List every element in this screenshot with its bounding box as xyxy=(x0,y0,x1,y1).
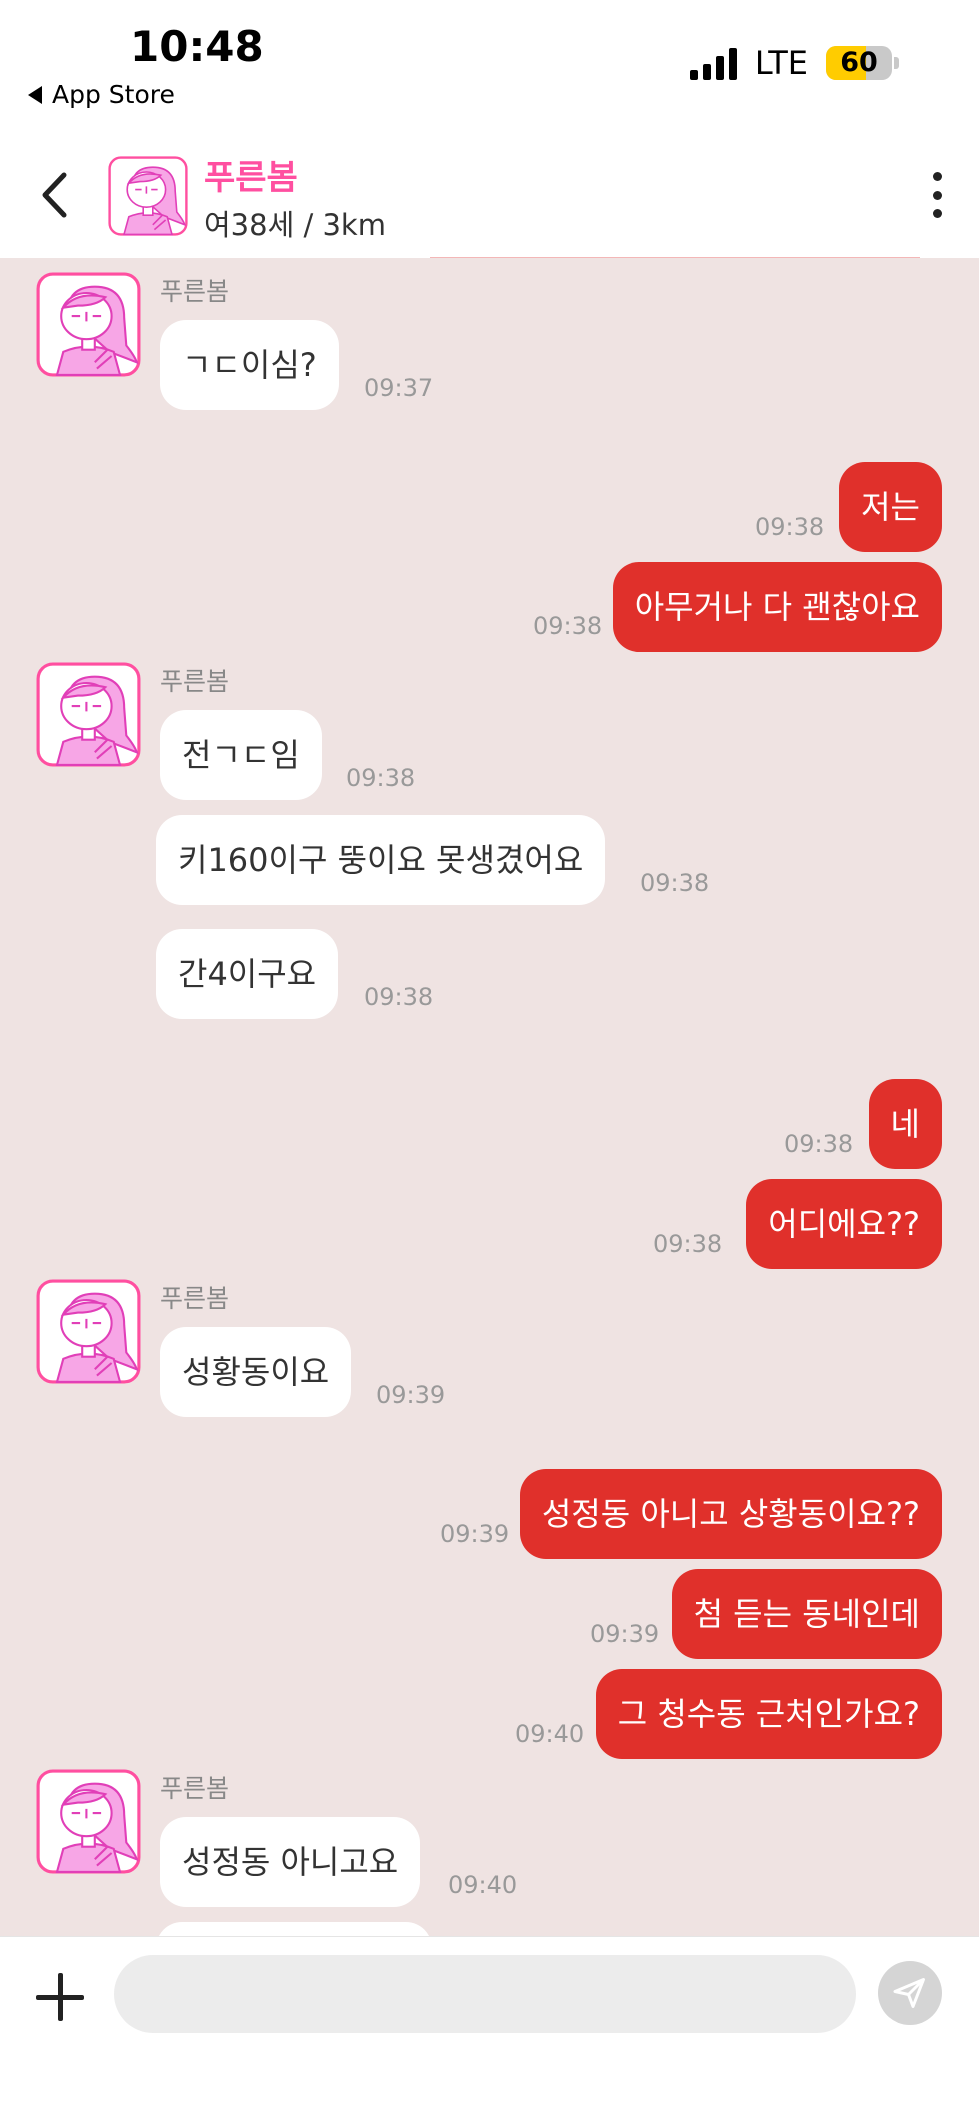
incoming-message[interactable]: 전ㄱㄷ임 xyxy=(160,710,322,800)
incoming-message-partial[interactable] xyxy=(156,1922,432,1936)
message-time: 09:38 xyxy=(784,1130,854,1158)
status-time: 10:48 xyxy=(130,22,264,71)
sender-name: 푸른봄 xyxy=(160,1284,230,1313)
message-time: 09:38 xyxy=(755,513,825,541)
message-time: 09:38 xyxy=(346,764,416,792)
outgoing-message[interactable]: 성정동 아니고 상황동이요?? xyxy=(519,1469,942,1559)
send-button[interactable] xyxy=(878,1961,942,2025)
message-time: 09:40 xyxy=(448,1871,518,1899)
sender-name: 푸른봄 xyxy=(160,1774,230,1803)
back-triangle-icon xyxy=(28,85,42,104)
outgoing-message[interactable]: 어디에요?? xyxy=(746,1179,942,1269)
message-time: 09:38 xyxy=(653,1230,723,1258)
status-bar: 10:48 App Store LTE 60 xyxy=(0,0,979,130)
message-time: 09:37 xyxy=(364,374,434,402)
message-time: 09:38 xyxy=(640,869,710,897)
outgoing-message[interactable]: 아무거나 다 괜찮아요 xyxy=(612,562,942,652)
outgoing-message[interactable]: 첨 듣는 동네인데 xyxy=(671,1569,942,1659)
back-to-app-store[interactable]: App Store xyxy=(28,80,175,109)
message-time: 09:38 xyxy=(364,983,434,1011)
incoming-message[interactable]: 간4이구요 xyxy=(156,929,339,1019)
outgoing-message[interactable]: 그 청수동 근처인가요? xyxy=(595,1669,942,1759)
message-time: 09:39 xyxy=(440,1520,510,1548)
back-button[interactable] xyxy=(34,170,74,220)
battery-level: 60 xyxy=(840,47,878,78)
incoming-message[interactable]: 성정동 아니고요 xyxy=(160,1817,421,1907)
sender-name: 푸른봄 xyxy=(160,667,230,696)
outgoing-message[interactable]: 네 xyxy=(868,1079,942,1169)
send-icon xyxy=(893,1978,925,2008)
message-time: 09:40 xyxy=(515,1720,585,1748)
message-time: 09:38 xyxy=(533,612,603,640)
partner-info: 여38세 / 3km xyxy=(204,208,386,242)
incoming-message[interactable]: ㄱㄷ이심? xyxy=(160,320,339,410)
chat-header: 푸른봄 여38세 / 3km xyxy=(0,130,979,259)
incoming-message[interactable]: 성황동이요 xyxy=(160,1327,352,1417)
signal-icon xyxy=(689,46,737,80)
sender-name: 푸른봄 xyxy=(160,277,230,306)
sender-avatar[interactable] xyxy=(36,272,141,377)
sender-avatar[interactable] xyxy=(36,1279,141,1384)
back-to-app-store-label: App Store xyxy=(52,80,175,109)
more-dot-icon xyxy=(932,172,942,181)
message-input[interactable] xyxy=(114,1955,856,2033)
status-indicators: LTE 60 xyxy=(689,44,899,82)
sender-avatar[interactable] xyxy=(36,1769,141,1874)
message-input-bar xyxy=(0,1936,979,2124)
more-options-button[interactable] xyxy=(929,172,945,218)
chat-area[interactable]: 푸른봄 ㄱㄷ이심? 09:37 저는 09:38 아무거나 다 괜찮아요 09:… xyxy=(0,258,979,1936)
attach-plus-button[interactable] xyxy=(36,1973,84,2021)
partner-avatar[interactable] xyxy=(108,156,188,236)
message-time: 09:39 xyxy=(376,1381,446,1409)
chevron-left-icon xyxy=(42,172,67,218)
incoming-message[interactable]: 키160이구 뚱이요 못생겼어요 xyxy=(156,815,606,905)
partner-name: 푸른봄 xyxy=(204,158,298,198)
sender-avatar[interactable] xyxy=(36,662,141,767)
battery-icon: 60 xyxy=(826,46,899,80)
message-time: 09:39 xyxy=(590,1620,660,1648)
network-type: LTE xyxy=(754,44,808,82)
outgoing-message[interactable]: 저는 xyxy=(839,462,942,552)
